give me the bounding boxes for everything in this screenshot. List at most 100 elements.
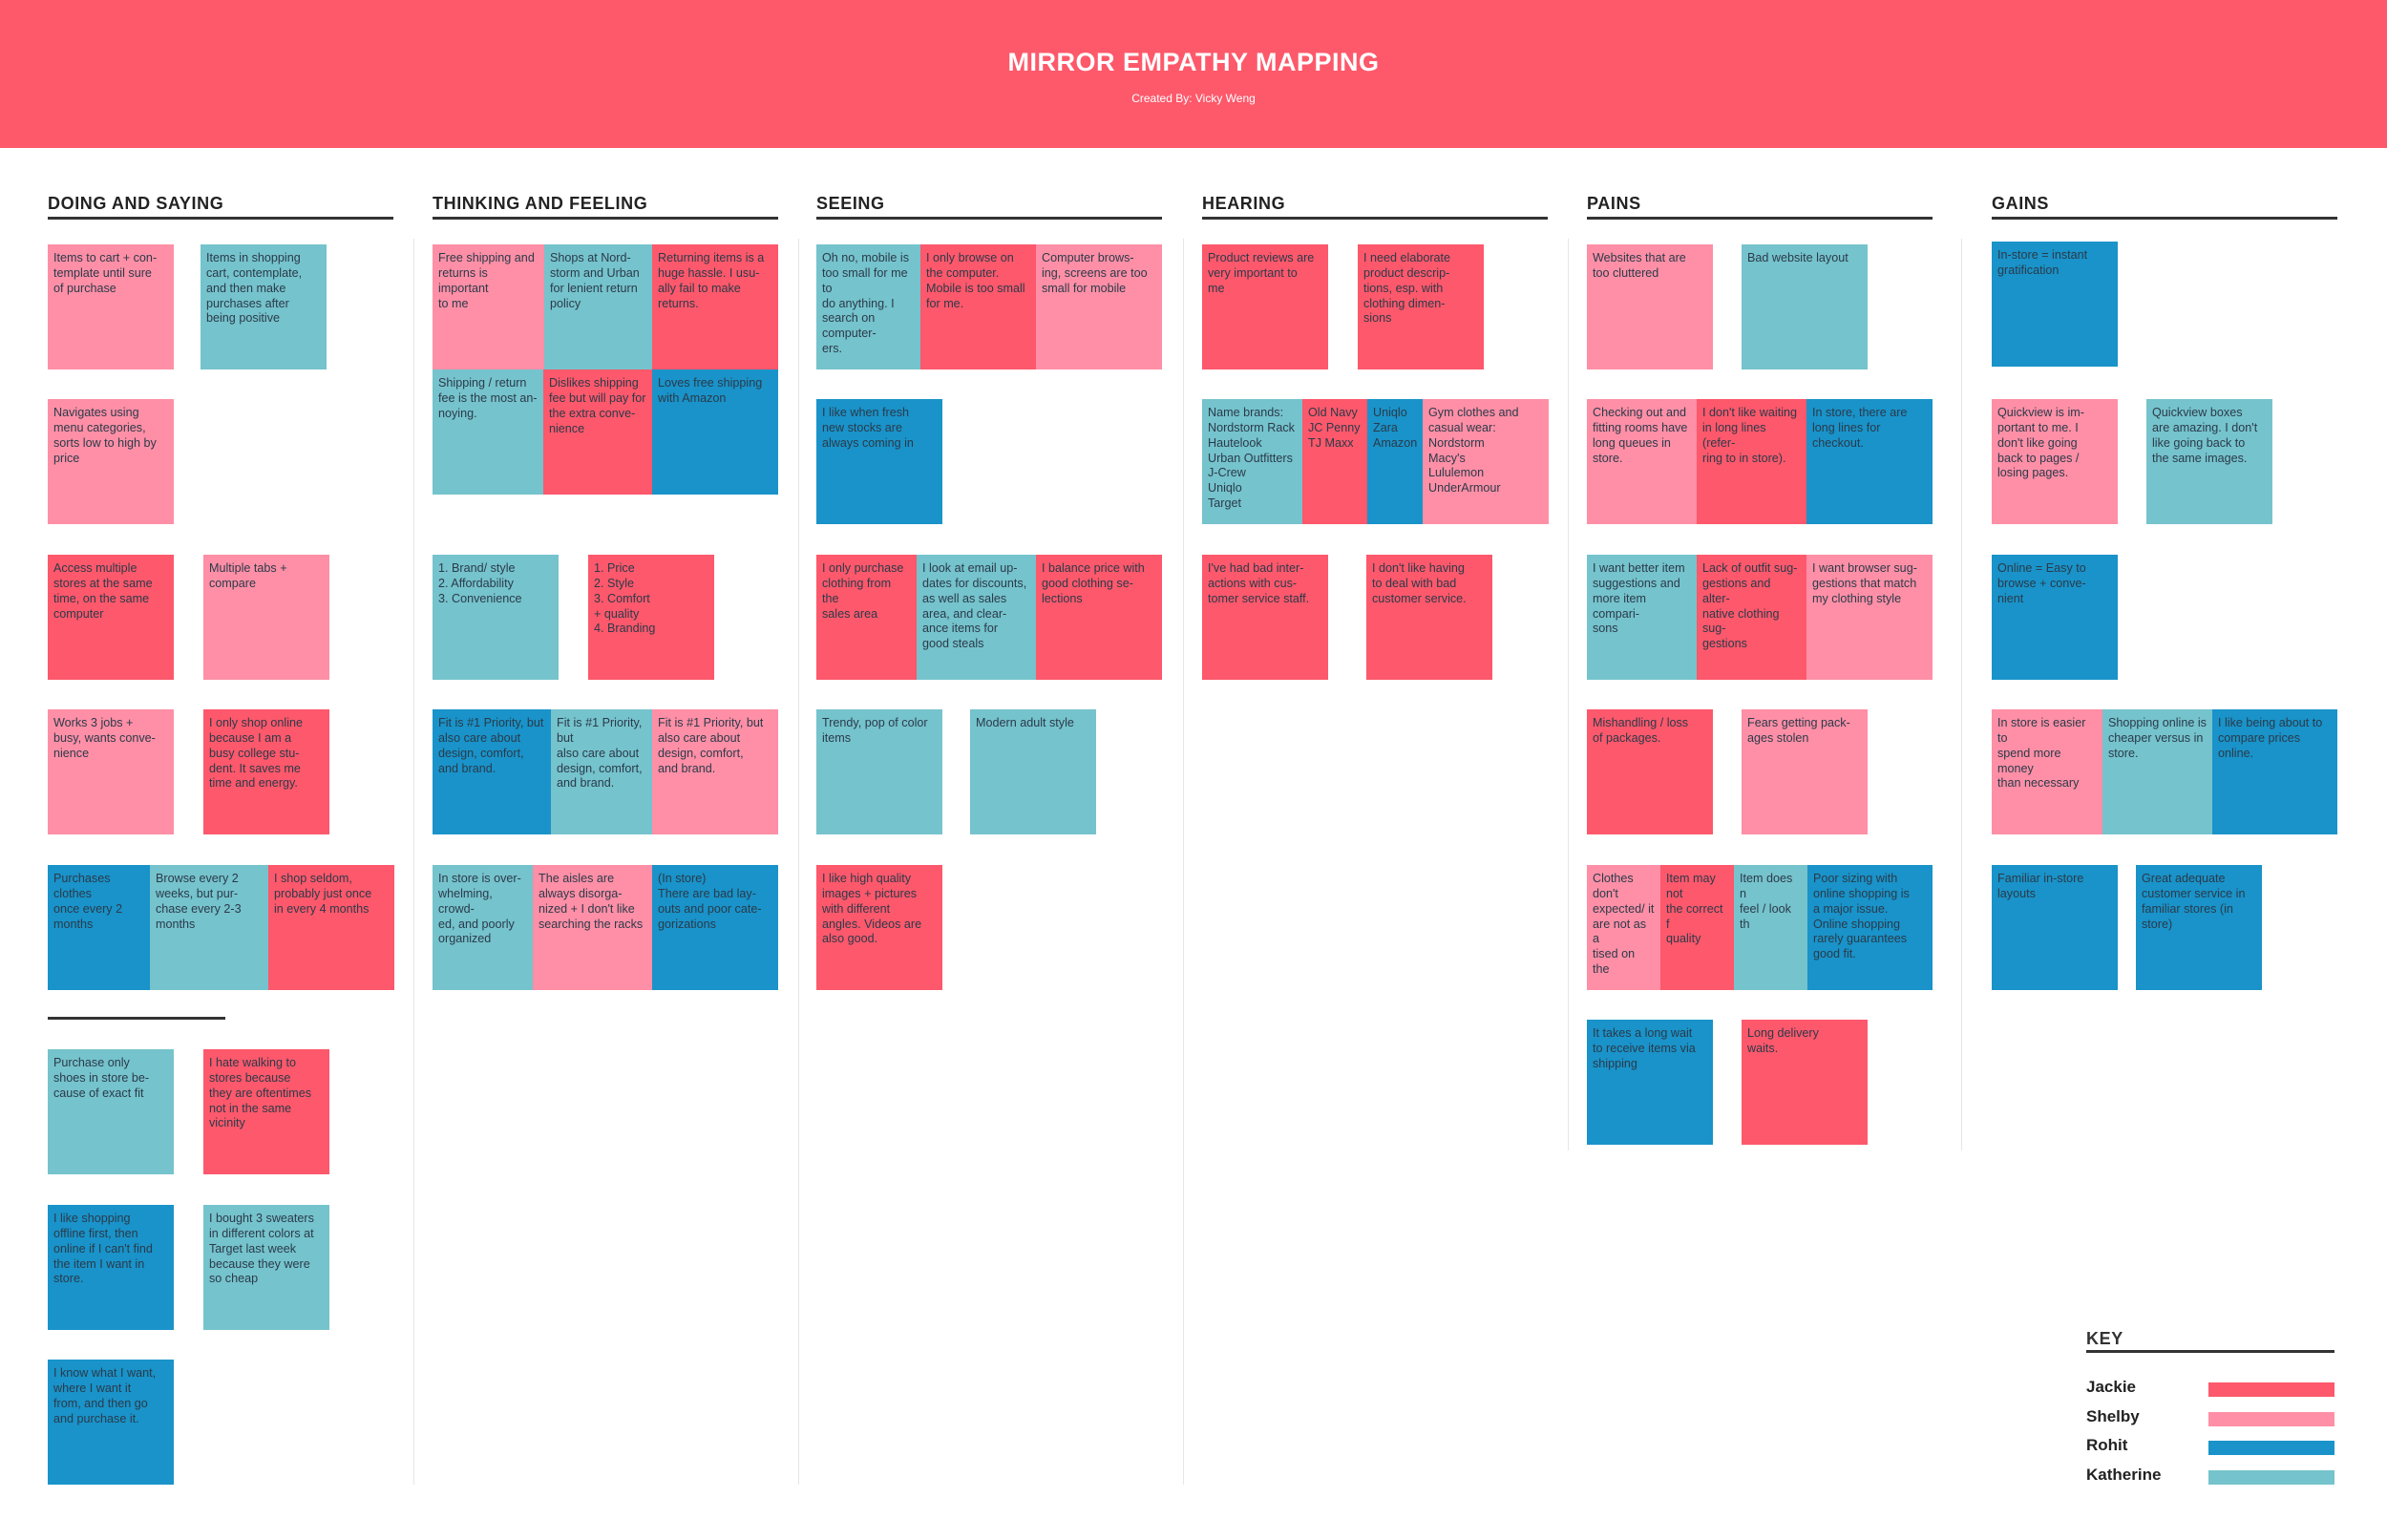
sticky-note: I need elaborate product descrip- tions,… [1358, 244, 1484, 369]
key-swatch [2208, 1441, 2334, 1455]
sticky-note: I only browse on the computer. Mobile is… [920, 244, 1036, 369]
key-item-jackie: Jackie [2086, 1378, 2334, 1401]
sticky-note: I want better item suggestions and more … [1587, 555, 1697, 680]
sticky-note: I like shopping offline first, then onli… [48, 1205, 174, 1330]
sticky-note: Item may not the correct f quality [1660, 865, 1734, 990]
sticky-note: Works 3 jobs + busy, wants conve- nience [48, 709, 174, 834]
sticky-note: Name brands: Nordstorm Rack Hautelook Ur… [1202, 399, 1302, 524]
sticky-note: Purchase only shoes in store be- cause o… [48, 1049, 174, 1174]
column-title-doing-and-saying: DOING AND SAYING [48, 194, 393, 220]
sticky-note: Fit is #1 Priority, but also care about … [652, 709, 778, 834]
key-label: Katherine [2086, 1466, 2162, 1484]
sticky-note: Shopping online is cheaper versus in sto… [2102, 709, 2212, 834]
sticky-note: Poor sizing with online shopping is a ma… [1807, 865, 1933, 990]
sticky-note: Navigates using menu categories, sorts l… [48, 399, 174, 524]
sticky-note: I like being about to compare prices onl… [2212, 709, 2337, 834]
sticky-note: Purchases clothes once every 2 months [48, 865, 150, 990]
page-subtitle: Created By: Vicky Weng [1131, 92, 1256, 105]
sticky-note: Quickview boxes are amazing. I don't lik… [2146, 399, 2272, 524]
sticky-note: The aisles are always disorga- nized + I… [533, 865, 652, 990]
sticky-note: Fears getting pack- ages stolen [1742, 709, 1868, 834]
sticky-note: 1. Brand/ style 2. Affordability 3. Conv… [433, 555, 559, 680]
sticky-note: I hate walking to stores because they ar… [203, 1049, 329, 1174]
sticky-note: 1. Price 2. Style 3. Comfort + quality 4… [588, 555, 714, 680]
column-divider [798, 239, 799, 1485]
sticky-note: Item does n feel / look th [1734, 865, 1807, 990]
sticky-note: Multiple tabs + compare [203, 555, 329, 680]
sticky-note: I know what I want, where I want it from… [48, 1360, 174, 1485]
sticky-note: Returning items is a huge hassle. I usu-… [652, 244, 778, 369]
sticky-note: Great adequate customer service in famil… [2136, 865, 2262, 990]
sticky-note: Items in shopping cart, contemplate, and… [201, 244, 327, 369]
column-title-pains: PAINS [1587, 194, 1933, 220]
sticky-note: Shops at Nord- storm and Urban for lenie… [544, 244, 652, 369]
key-swatch [2208, 1470, 2334, 1485]
sticky-note: In store is over- whelming, crowd- ed, a… [433, 865, 533, 990]
sticky-note: I like high quality images + pictures wi… [816, 865, 942, 990]
sticky-note: Familiar in-store layouts [1992, 865, 2118, 990]
key-item-katherine: Katherine [2086, 1466, 2334, 1488]
column-divider [1183, 239, 1184, 1485]
sticky-note: Long delivery waits. [1742, 1020, 1868, 1145]
key-item-shelby: Shelby [2086, 1407, 2334, 1430]
sticky-note: Uniqlo Zara Amazon [1367, 399, 1423, 524]
sticky-note: Mishandling / loss of packages. [1587, 709, 1713, 834]
sticky-note: Oh no, mobile is too small for me to do … [816, 244, 920, 369]
sticky-note: It takes a long wait to receive items vi… [1587, 1020, 1713, 1145]
header-banner: MIRROR EMPATHY MAPPING Created By: Vicky… [0, 0, 2387, 148]
column-title-hearing: HEARING [1202, 194, 1548, 220]
sticky-note: Fit is #1 Priority, but also care about … [433, 709, 551, 834]
sticky-note: In store is easier to spend more money t… [1992, 709, 2102, 834]
column-divider [1568, 239, 1569, 1150]
sticky-note: Loves free shipping with Amazon [652, 369, 778, 495]
sticky-note: Clothes don't expected/ it are not as a … [1587, 865, 1660, 990]
sticky-note: Gym clothes and casual wear: Nordstorm M… [1423, 399, 1549, 524]
sticky-note: Fit is #1 Priority, but also care about … [551, 709, 652, 834]
key-label: Shelby [2086, 1407, 2140, 1425]
sticky-note: Modern adult style [970, 709, 1096, 834]
column-divider [413, 239, 414, 1485]
sticky-note: I like when fresh new stocks are always … [816, 399, 942, 524]
sticky-note: I don't like having to deal with bad cus… [1366, 555, 1492, 680]
column-divider [1961, 239, 1962, 1150]
sticky-note: Browse every 2 weeks, but pur- chase eve… [150, 865, 268, 990]
key-swatch [2208, 1382, 2334, 1397]
key-label: Rohit [2086, 1436, 2128, 1454]
sticky-note: Checking out and fitting rooms have long… [1587, 399, 1697, 524]
sticky-note: I only shop online because I am a busy c… [203, 709, 329, 834]
sticky-note: I bought 3 sweaters in different colors … [203, 1205, 329, 1330]
page-title: MIRROR EMPATHY MAPPING [1007, 48, 1380, 76]
sticky-note: I want browser sug- gestions that match … [1806, 555, 1933, 680]
sticky-note: Dislikes shipping fee but will pay for t… [543, 369, 652, 495]
sticky-note: I don't like waiting in long lines (refe… [1697, 399, 1806, 524]
sticky-note: Bad website layout [1742, 244, 1868, 369]
sticky-note: I shop seldom, probably just once in eve… [268, 865, 394, 990]
sticky-note: Computer brows- ing, screens are too sma… [1036, 244, 1162, 369]
sticky-note: I balance price with good clothing se- l… [1036, 555, 1162, 680]
key-swatch [2208, 1412, 2334, 1426]
key-label: Jackie [2086, 1378, 2136, 1396]
sticky-note: Quickview is im- portant to me. I don't … [1992, 399, 2118, 524]
column-title-seeing: SEEING [816, 194, 1162, 220]
key-item-rohit: Rohit [2086, 1436, 2334, 1459]
sticky-note: Old Navy JC Penny TJ Maxx [1302, 399, 1367, 524]
sticky-note: Trendy, pop of color items [816, 709, 942, 834]
sticky-note: Online = Easy to browse + conve- nient [1992, 555, 2118, 680]
sticky-note: I only purchase clothing from the sales … [816, 555, 917, 680]
sticky-note: Access multiple stores at the same time,… [48, 555, 174, 680]
section-divider [48, 1017, 225, 1020]
column-title-gains: GAINS [1992, 194, 2337, 220]
sticky-note: In store, there are long lines for check… [1806, 399, 1933, 524]
sticky-note: I look at email up- dates for discounts,… [917, 555, 1036, 680]
sticky-note: Items to cart + con- template until sure… [48, 244, 174, 369]
key-title: KEY [2086, 1329, 2334, 1353]
column-title-thinking-and-feeling: THINKING AND FEELING [433, 194, 778, 220]
sticky-note: Free shipping and returns is important t… [433, 244, 544, 369]
sticky-note: Product reviews are very important to me [1202, 244, 1328, 369]
sticky-note: In-store = instant gratification [1992, 242, 2118, 367]
sticky-note: (In store) There are bad lay- outs and p… [652, 865, 778, 990]
sticky-note: Shipping / return fee is the most an- no… [433, 369, 543, 495]
sticky-note: I've had bad inter- actions with cus- to… [1202, 555, 1328, 680]
sticky-note: Websites that are too cluttered [1587, 244, 1713, 369]
sticky-note: Lack of outfit sug- gestions and alter- … [1697, 555, 1806, 680]
